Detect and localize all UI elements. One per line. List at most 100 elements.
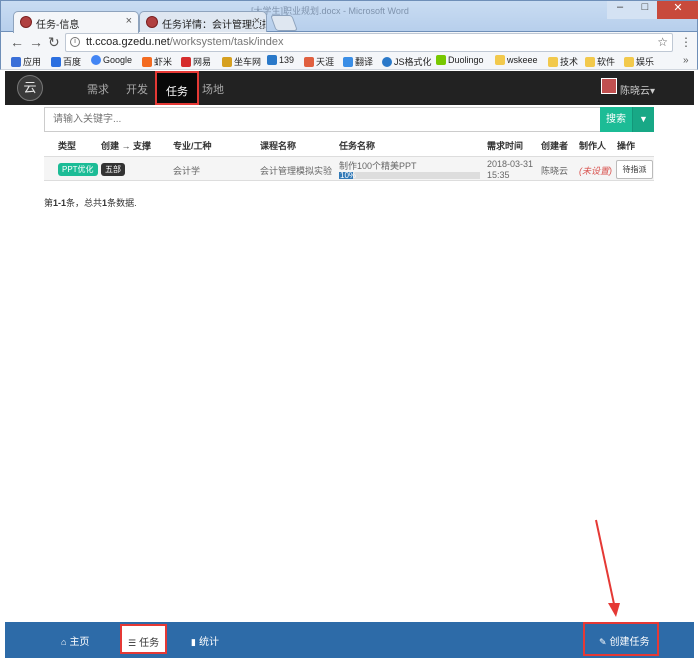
jsformat-icon bbox=[382, 57, 392, 67]
bookmark-star-icon[interactable]: ☆ bbox=[657, 35, 668, 49]
col-header-action: 操作 bbox=[617, 141, 636, 151]
bookmark-duolingo[interactable]: Duolingo bbox=[436, 55, 484, 65]
search-input[interactable] bbox=[44, 107, 600, 132]
nav-item-venue[interactable]: 场地 bbox=[202, 81, 224, 97]
browser-menu-icon[interactable]: ⋮ bbox=[680, 35, 692, 49]
bookmark-label: 娱乐 bbox=[636, 57, 655, 67]
bookmark-folder-tech[interactable]: 技术 bbox=[548, 55, 578, 68]
creator-cell: 陈晓云 bbox=[541, 166, 569, 176]
bookmark-label: 网易 bbox=[193, 57, 212, 67]
create-task-button[interactable]: ✎ 创建任务 bbox=[583, 622, 659, 656]
summary-mid: 条，总共 bbox=[66, 198, 103, 208]
summary-prefix: 第 bbox=[44, 198, 54, 208]
new-tab-button[interactable] bbox=[270, 15, 298, 31]
bookmark-netease[interactable]: 网易 bbox=[181, 55, 211, 68]
col-header-type: 类型 bbox=[58, 141, 77, 151]
progress-label: 10% bbox=[340, 171, 357, 180]
bookmark-label: 翻译 bbox=[355, 57, 374, 67]
close-icon[interactable]: × bbox=[253, 15, 260, 27]
user-menu[interactable]: 陈晓云▾ bbox=[620, 82, 655, 97]
bookmark-google[interactable]: Google bbox=[91, 55, 132, 65]
browser-title-bar: [大学生]职业规划.docx - Microsoft Word 任务-信息 × … bbox=[0, 0, 698, 33]
maker-cell: (未设置) bbox=[579, 166, 612, 176]
forward-arrow-icon[interactable]: → bbox=[29, 34, 43, 50]
bookmark-jsformat[interactable]: JS格式化 bbox=[382, 55, 432, 68]
folder-icon bbox=[548, 57, 558, 67]
site-favicon-icon bbox=[20, 16, 32, 28]
maximize-icon[interactable]: □ bbox=[633, 1, 657, 19]
home-button[interactable]: ⌂ 主页 bbox=[61, 633, 89, 648]
site-logo[interactable]: 云 bbox=[17, 75, 43, 101]
bookmark-tianya[interactable]: 天涯 bbox=[304, 55, 334, 68]
bottom-toolbar: ⌂ 主页 ☰ 任务 ▮ 统计 ✎ 创建任务 bbox=[5, 622, 694, 658]
info-icon[interactable]: i bbox=[70, 37, 80, 47]
tasks-label: 任务 bbox=[139, 638, 160, 649]
browser-tab-task-detail[interactable]: 任务详情：会计管理模拟 × bbox=[139, 11, 267, 33]
netease-icon bbox=[181, 57, 191, 67]
bar-chart-icon: ▮ bbox=[191, 637, 196, 647]
bookmarks-bar: 应用 百度 Google 虾米 网易 坐车网 139 天涯 翻译 JS格式化 D… bbox=[0, 54, 698, 70]
site-favicon-icon bbox=[146, 16, 158, 28]
close-icon[interactable]: × bbox=[126, 15, 132, 27]
course-cell: 会计管理模拟实验 bbox=[260, 166, 333, 176]
due-time-cell: 15:35 bbox=[487, 170, 510, 180]
edit-icon: ✎ bbox=[599, 637, 607, 647]
tasks-button[interactable]: ☰ 任务 bbox=[120, 624, 168, 654]
summary-suffix: 条数据. bbox=[107, 198, 137, 208]
user-name: 陈晓云 bbox=[620, 86, 650, 97]
site-navbar: 云 需求 开发 任务 场地 陈晓云▾ bbox=[5, 71, 694, 105]
list-icon: ☰ bbox=[128, 638, 137, 648]
dept-badge: 五部 bbox=[101, 163, 125, 176]
bookmark-translate[interactable]: 翻译 bbox=[343, 55, 373, 68]
bookmark-label: Duolingo bbox=[448, 55, 484, 65]
bookmark-label: 百度 bbox=[63, 57, 82, 67]
reload-icon[interactable]: ↻ bbox=[48, 34, 60, 51]
window-close-icon[interactable]: ✕ bbox=[657, 1, 698, 19]
due-date-cell: 2018-03-31 bbox=[487, 159, 534, 169]
mail-139-icon bbox=[267, 55, 277, 65]
bookmark-label: 应用 bbox=[23, 57, 42, 67]
bookmark-139[interactable]: 139 bbox=[267, 55, 294, 65]
col-header-major: 专业/工种 bbox=[173, 141, 212, 151]
pagination-summary: 第1-1条，总共1条数据. bbox=[44, 196, 137, 209]
baidu-icon bbox=[51, 57, 61, 67]
table-row[interactable]: PPT优化 五部 会计学 会计管理模拟实验 制作100个精美PPT 10% 20… bbox=[44, 156, 654, 181]
bookmark-label: wskeee bbox=[507, 55, 538, 65]
browser-tab-task-info[interactable]: 任务-信息 × bbox=[13, 11, 139, 33]
more-bookmarks-icon[interactable]: » bbox=[683, 55, 689, 66]
bookmark-xiami[interactable]: 虾米 bbox=[142, 55, 172, 68]
bookmark-folder-software[interactable]: 软件 bbox=[585, 55, 615, 68]
bookmark-folder-fun[interactable]: 娱乐 bbox=[624, 55, 654, 68]
bookmark-apps[interactable]: 应用 bbox=[11, 55, 41, 68]
minimize-icon[interactable]: – bbox=[607, 1, 633, 19]
avatar[interactable] bbox=[601, 78, 617, 94]
nav-item-develop[interactable]: 开发 bbox=[126, 81, 148, 97]
col-header-due-time: 需求时间 bbox=[487, 141, 524, 151]
stats-button[interactable]: ▮ 统计 bbox=[191, 633, 219, 648]
address-bar[interactable]: i tt.ccoa.gzedu.net/worksystem/task/inde… bbox=[65, 33, 673, 52]
tab-title: 任务-信息 bbox=[36, 20, 80, 31]
assign-button[interactable]: 待指派 bbox=[616, 160, 653, 179]
bookmark-folder-wskeee[interactable]: wskeee bbox=[495, 55, 538, 65]
bookmark-baidu[interactable]: 百度 bbox=[51, 55, 81, 68]
tianya-icon bbox=[304, 57, 314, 67]
url-host: tt.ccoa.gzedu.net bbox=[86, 36, 170, 48]
browser-toolbar: ← → ↻ i tt.ccoa.gzedu.net/worksystem/tas… bbox=[0, 32, 698, 54]
back-arrow-icon[interactable]: ← bbox=[10, 34, 24, 50]
search-button[interactable]: 搜索 bbox=[600, 107, 632, 132]
bookmark-zuoche[interactable]: 坐车网 bbox=[222, 55, 261, 68]
home-icon: ⌂ bbox=[61, 637, 67, 647]
url-text: tt.ccoa.gzedu.net/worksystem/task/index bbox=[86, 36, 283, 48]
bus-icon bbox=[222, 57, 232, 67]
summary-range: 1-1 bbox=[53, 198, 67, 208]
bookmark-label: 虾米 bbox=[154, 57, 173, 67]
col-header-create-support: 创建 → 支撑 bbox=[101, 141, 152, 151]
nav-item-demand[interactable]: 需求 bbox=[87, 81, 109, 97]
duolingo-icon bbox=[436, 55, 446, 65]
type-badge: PPT优化 bbox=[58, 163, 98, 176]
translate-icon bbox=[343, 57, 353, 67]
bookmark-label: 软件 bbox=[597, 57, 616, 67]
col-header-task-name: 任务名称 bbox=[339, 141, 376, 151]
nav-item-task[interactable]: 任务 bbox=[155, 71, 199, 105]
search-dropdown-icon[interactable]: ▼ bbox=[632, 107, 654, 132]
